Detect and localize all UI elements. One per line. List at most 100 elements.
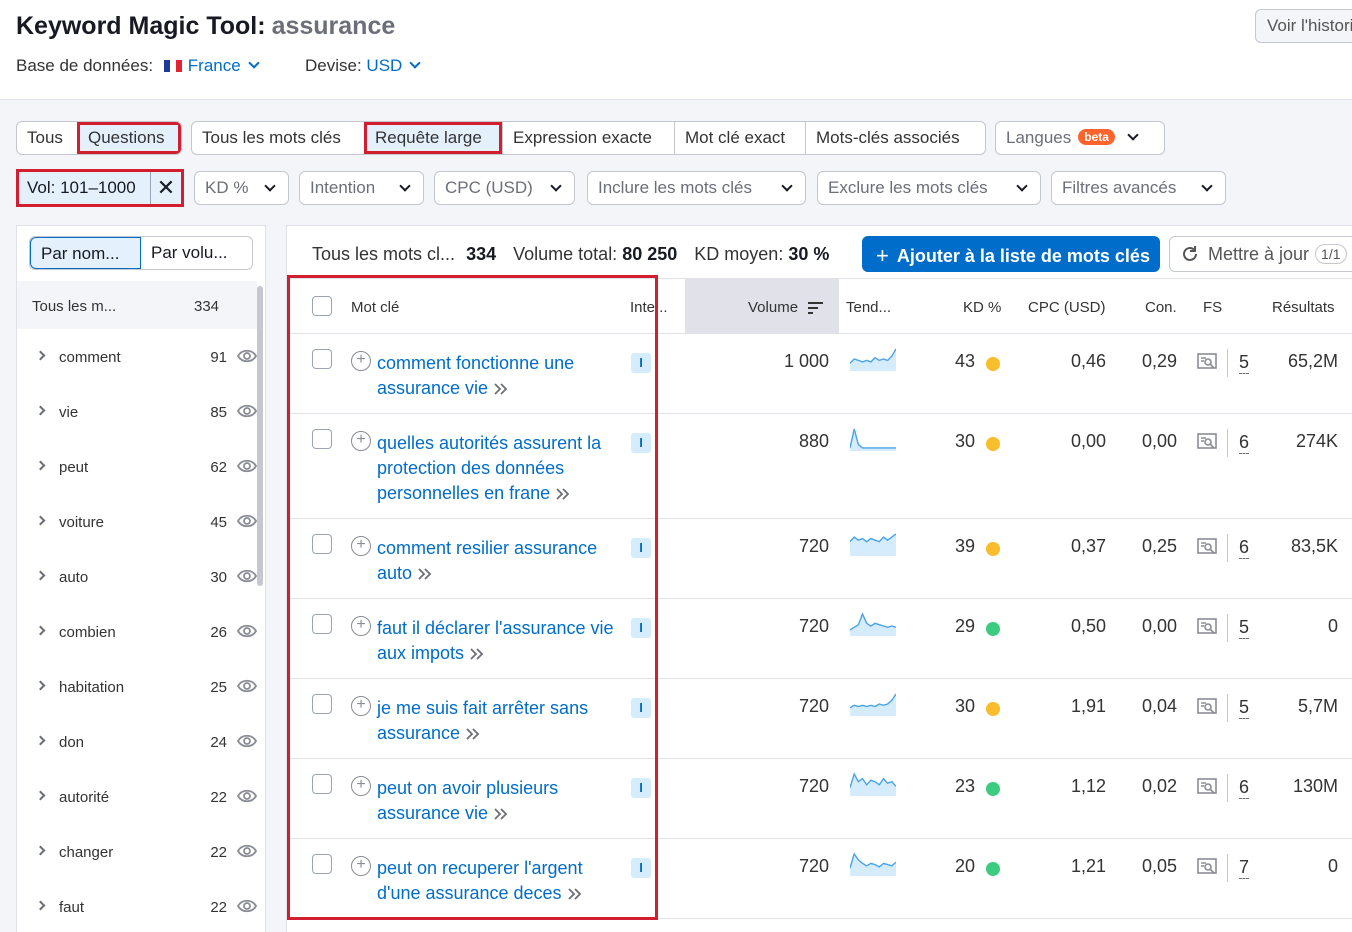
add-keyword-icon[interactable]: + xyxy=(351,431,371,451)
add-keyword-icon[interactable]: + xyxy=(351,696,371,716)
keyword-link[interactable]: comment fonctionne une assurance vie xyxy=(377,351,627,401)
cpc-filter-dropdown[interactable]: CPC (USD) xyxy=(434,171,575,205)
serp-snapshot-icon[interactable] xyxy=(1197,618,1217,636)
chevron-right-icon[interactable] xyxy=(35,350,46,361)
eye-icon[interactable] xyxy=(237,459,257,473)
row-checkbox[interactable] xyxy=(312,694,332,714)
double-chevron-right-icon[interactable] xyxy=(493,383,509,395)
row-checkbox[interactable] xyxy=(312,349,332,369)
serp-features-count[interactable]: 6 xyxy=(1239,776,1250,799)
chevron-right-icon[interactable] xyxy=(35,900,46,911)
currency-selector[interactable]: Devise: USD xyxy=(305,56,421,76)
sort-by-name-button[interactable]: Par nom... xyxy=(30,237,141,269)
sort-by-volume-button[interactable]: Par volu... xyxy=(141,237,252,269)
eye-icon[interactable] xyxy=(237,789,257,803)
chevron-right-icon[interactable] xyxy=(35,680,46,691)
group-all[interactable]: Tous les m... 334 xyxy=(17,281,257,329)
eye-icon[interactable] xyxy=(237,569,257,583)
chevron-right-icon[interactable] xyxy=(35,570,46,581)
serp-snapshot-icon[interactable] xyxy=(1197,698,1217,716)
serp-features-count[interactable]: 7 xyxy=(1239,856,1250,879)
chevron-right-icon[interactable] xyxy=(35,735,46,746)
row-checkbox[interactable] xyxy=(312,429,332,449)
serp-features-count[interactable]: 5 xyxy=(1239,696,1250,719)
kd-filter-dropdown[interactable]: KD % xyxy=(194,171,289,205)
serp-snapshot-icon[interactable] xyxy=(1197,353,1217,371)
add-to-keyword-list-button[interactable]: + Ajouter à la liste de mots clés xyxy=(862,236,1160,272)
group-item[interactable]: changer 22 xyxy=(17,826,257,881)
database-value[interactable]: France xyxy=(188,56,241,75)
tab-tous[interactable]: Tous xyxy=(17,122,77,154)
volume-filter-chip[interactable]: Vol: 101–1000 ✕ xyxy=(16,169,184,207)
exclude-keywords-dropdown[interactable]: Exclure les mots clés xyxy=(817,171,1041,205)
col-trend[interactable]: Tend... xyxy=(846,299,891,316)
add-keyword-icon[interactable]: + xyxy=(351,856,371,876)
chevron-right-icon[interactable] xyxy=(35,790,46,801)
group-item[interactable]: autorité 22 xyxy=(17,771,257,826)
tab-broad-match[interactable]: Requête large xyxy=(364,122,502,154)
double-chevron-right-icon[interactable] xyxy=(417,568,433,580)
serp-features-count[interactable]: 6 xyxy=(1239,536,1250,559)
double-chevron-right-icon[interactable] xyxy=(567,888,583,900)
serp-snapshot-icon[interactable] xyxy=(1197,778,1217,796)
intent-filter-dropdown[interactable]: Intention xyxy=(299,171,424,205)
chevron-right-icon[interactable] xyxy=(35,460,46,471)
sort-descending-icon[interactable] xyxy=(808,301,824,315)
col-cpc[interactable]: CPC (USD) xyxy=(1028,299,1106,316)
col-volume[interactable]: Volume xyxy=(748,299,798,316)
database-selector[interactable]: Base de données: France xyxy=(16,56,260,76)
chevron-right-icon[interactable] xyxy=(35,405,46,416)
currency-value[interactable]: USD xyxy=(366,56,402,75)
add-keyword-icon[interactable]: + xyxy=(351,536,371,556)
eye-icon[interactable] xyxy=(237,844,257,858)
group-item[interactable]: voiture 45 xyxy=(17,496,257,551)
eye-icon[interactable] xyxy=(237,349,257,363)
group-item[interactable]: combien 26 xyxy=(17,606,257,661)
add-keyword-icon[interactable]: + xyxy=(351,616,371,636)
col-keyword[interactable]: Mot clé xyxy=(351,299,399,316)
row-checkbox[interactable] xyxy=(312,854,332,874)
serp-snapshot-icon[interactable] xyxy=(1197,858,1217,876)
col-results[interactable]: Résultats xyxy=(1272,299,1335,316)
keyword-link[interactable]: peut on recuperer l'argent d'une assuran… xyxy=(377,856,627,906)
advanced-filters-dropdown[interactable]: Filtres avancés xyxy=(1051,171,1226,205)
group-item[interactable]: peut 62 xyxy=(17,441,257,496)
add-keyword-icon[interactable]: + xyxy=(351,351,371,371)
double-chevron-right-icon[interactable] xyxy=(469,648,485,660)
serp-features-count[interactable]: 6 xyxy=(1239,431,1250,454)
eye-icon[interactable] xyxy=(237,679,257,693)
chevron-right-icon[interactable] xyxy=(35,515,46,526)
row-checkbox[interactable] xyxy=(312,534,332,554)
eye-icon[interactable] xyxy=(237,734,257,748)
eye-icon[interactable] xyxy=(237,514,257,528)
keyword-link[interactable]: je me suis fait arrêter sans assurance xyxy=(377,696,627,746)
keyword-link[interactable]: comment resilier assurance auto xyxy=(377,536,627,586)
tab-questions[interactable]: Questions xyxy=(77,122,181,154)
groups-scrollbar[interactable] xyxy=(257,286,263,586)
tab-related[interactable]: Mots-clés associés xyxy=(805,122,985,154)
eye-icon[interactable] xyxy=(237,404,257,418)
double-chevron-right-icon[interactable] xyxy=(555,488,571,500)
refresh-button[interactable]: Mettre à jour 1/1 xyxy=(1169,236,1352,272)
keyword-link[interactable]: faut il déclarer l'assurance vie aux imp… xyxy=(377,616,627,666)
col-competition[interactable]: Con. xyxy=(1145,299,1177,316)
include-keywords-dropdown[interactable]: Inclure les mots clés xyxy=(587,171,806,205)
group-item[interactable]: faut 22 xyxy=(17,881,257,932)
serp-features-count[interactable]: 5 xyxy=(1239,351,1250,374)
eye-icon[interactable] xyxy=(237,624,257,638)
group-item[interactable]: don 24 xyxy=(17,716,257,771)
serp-features-count[interactable]: 5 xyxy=(1239,616,1250,639)
serp-snapshot-icon[interactable] xyxy=(1197,538,1217,556)
double-chevron-right-icon[interactable] xyxy=(465,728,481,740)
keyword-link[interactable]: peut on avoir plusieurs assurance vie xyxy=(377,776,627,826)
chevron-right-icon[interactable] xyxy=(35,625,46,636)
row-checkbox[interactable] xyxy=(312,774,332,794)
row-checkbox[interactable] xyxy=(312,614,332,634)
col-serp-features[interactable]: FS xyxy=(1203,299,1222,316)
group-item[interactable]: comment 91 xyxy=(17,331,257,386)
select-all-checkbox[interactable] xyxy=(312,296,332,316)
eye-icon[interactable] xyxy=(237,899,257,913)
col-kd[interactable]: KD % xyxy=(963,299,1001,316)
tab-exact-match[interactable]: Mot clé exact xyxy=(674,122,805,154)
group-item[interactable]: auto 30 xyxy=(17,551,257,606)
